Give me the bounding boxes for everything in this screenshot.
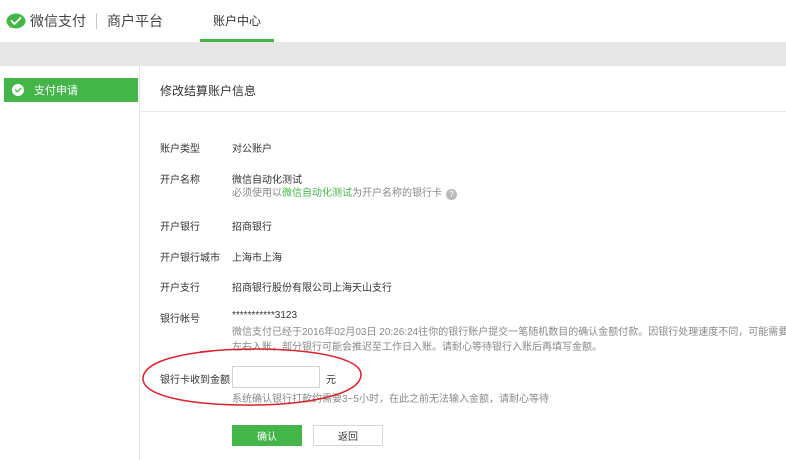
- received-amount-input[interactable]: [232, 366, 320, 388]
- wechat-pay-icon: [6, 13, 26, 30]
- brand-name: 微信支付: [30, 13, 86, 29]
- bank-city-value: 上海市上海: [232, 253, 282, 264]
- sidebar: 支付申请: [0, 66, 140, 460]
- currency-unit: 元: [326, 375, 336, 386]
- bank-city-label: 开户银行城市: [160, 253, 220, 264]
- account-name-label: 开户名称: [160, 175, 200, 186]
- page-title: 修改结算账户信息: [160, 84, 257, 98]
- header-band: [0, 42, 786, 66]
- account-name-hint: 必须使用以微信自动化测试为开户名称的银行卡?: [232, 186, 457, 201]
- account-number-hint-line1: 微信支付已经于2016年02月03日 20:26:24往你的银行账户提交一笔随机…: [232, 327, 786, 338]
- bank-label: 开户银行: [160, 222, 200, 233]
- brand-divider: [96, 13, 97, 29]
- account-type-label: 账户类型: [160, 144, 200, 155]
- title-divider: [141, 111, 786, 112]
- sidebar-item-payment-application[interactable]: 支付申请: [4, 78, 138, 102]
- branch-label: 开户支行: [160, 283, 200, 294]
- check-circle-icon: [12, 84, 24, 96]
- account-number-value: ***********3123: [232, 310, 298, 321]
- brand-logo[interactable]: 微信支付 商户平台: [6, 11, 163, 31]
- confirm-button[interactable]: 确认: [232, 425, 302, 446]
- account-type-value: 对公账户: [232, 144, 272, 155]
- branch-value: 招商银行股份有限公司上海天山支行: [232, 283, 392, 294]
- account-number-hint-line2: 左右入账，部分银行可能会推迟至工作日入账。请耐心等待银行入账后再填写金额。: [232, 342, 602, 353]
- back-button[interactable]: 返回: [313, 425, 383, 446]
- account-name-value: 微信自动化测试: [232, 175, 302, 186]
- bank-value: 招商银行: [232, 222, 272, 233]
- tab-account-center[interactable]: 账户中心: [200, 0, 274, 42]
- received-amount-label: 银行卡收到金额: [160, 375, 230, 386]
- top-header: 微信支付 商户平台 账户中心: [0, 0, 786, 42]
- help-icon[interactable]: ?: [446, 189, 457, 200]
- received-amount-hint: 系统确认银行打款约需要3~5小时，在此之前无法输入金额，请耐心等待: [232, 394, 549, 405]
- tab-account-center-label: 账户中心: [212, 14, 261, 28]
- account-name-highlight: 微信自动化测试: [282, 188, 352, 199]
- sidebar-item-label: 支付申请: [34, 85, 78, 97]
- platform-name: 商户平台: [107, 13, 163, 29]
- account-number-label: 银行帐号: [160, 314, 200, 325]
